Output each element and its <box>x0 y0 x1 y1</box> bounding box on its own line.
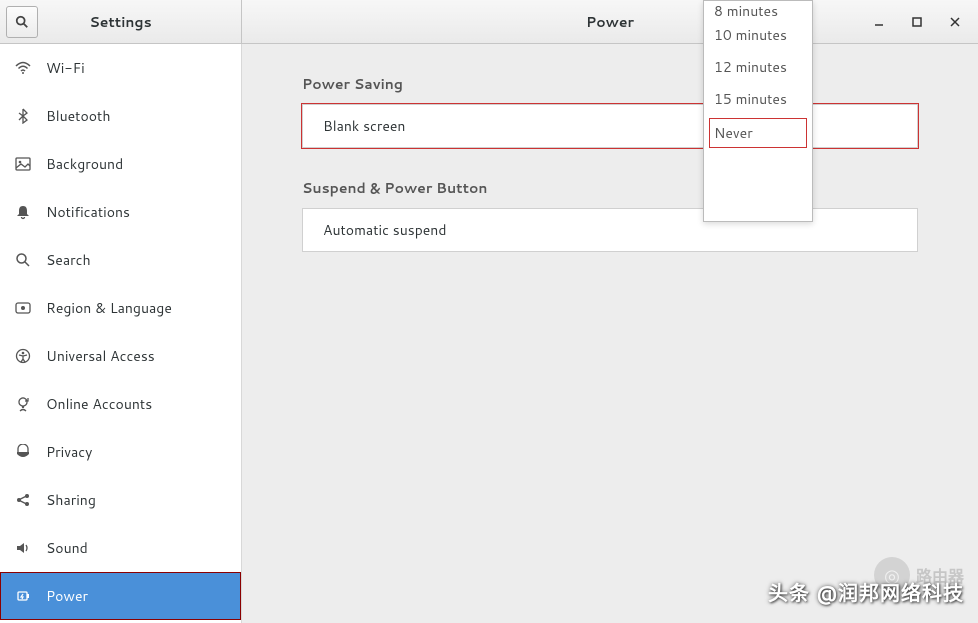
sidebar-item-label: Universal Access <box>46 346 155 366</box>
power-icon <box>14 587 32 605</box>
sidebar-item-label: Power <box>46 586 88 606</box>
sidebar-item-notifications[interactable]: Notifications <box>0 188 241 236</box>
headerbar: Settings Power <box>0 0 978 44</box>
close-button[interactable] <box>936 3 974 41</box>
bluetooth-icon <box>14 107 32 125</box>
privacy-icon <box>14 443 32 461</box>
search-icon <box>14 251 32 269</box>
dropdown-option-never[interactable]: Never <box>708 117 808 149</box>
sidebar-item-online-accounts[interactable]: Online Accounts <box>0 380 241 428</box>
sharing-icon <box>14 491 32 509</box>
sidebar-item-label: Sound <box>46 538 88 558</box>
sidebar-item-sharing[interactable]: Sharing <box>0 476 241 524</box>
dropdown-option-12-minutes[interactable]: 12 minutes <box>704 51 812 83</box>
search-button[interactable] <box>6 6 38 38</box>
main-panel: Power Saving Blank screen Suspend & Powe… <box>242 44 978 623</box>
universal-access-icon <box>14 347 32 365</box>
region-icon <box>14 299 32 317</box>
sidebar-item-sound[interactable]: Sound <box>0 524 241 572</box>
sidebar-item-label: Search <box>46 250 91 270</box>
search-icon <box>15 15 29 29</box>
sidebar-item-label: Online Accounts <box>46 394 152 414</box>
sidebar-item-privacy[interactable]: Privacy <box>0 428 241 476</box>
notifications-icon <box>14 203 32 221</box>
sidebar-item-bluetooth[interactable]: Bluetooth <box>0 92 241 140</box>
sidebar-item-label: Bluetooth <box>46 106 110 126</box>
sidebar-item-region[interactable]: Region & Language <box>0 284 241 332</box>
minimize-button[interactable] <box>860 3 898 41</box>
online-accounts-icon <box>14 395 32 413</box>
blank-screen-dropdown: 8 minutes 10 minutes 12 minutes 15 minut… <box>703 0 813 222</box>
dropdown-option-15-minutes[interactable]: 15 minutes <box>704 83 812 115</box>
window-controls <box>860 3 974 41</box>
sidebar-item-background[interactable]: Background <box>0 140 241 188</box>
sidebar-item-label: Region & Language <box>46 298 172 318</box>
sidebar-item-universal[interactable]: Universal Access <box>0 332 241 380</box>
watermark-text: 头条 @润邦网络科技 <box>768 577 964 607</box>
automatic-suspend-row[interactable]: Automatic suspend <box>302 208 918 252</box>
sidebar-item-label: Privacy <box>46 442 92 462</box>
sidebar-item-label: Notifications <box>46 202 130 222</box>
sidebar-item-label: Background <box>46 154 123 174</box>
automatic-suspend-label: Automatic suspend <box>323 220 897 240</box>
dropdown-option-10-minutes[interactable]: 10 minutes <box>704 19 812 51</box>
dropdown-option-8-minutes[interactable]: 8 minutes <box>704 1 812 19</box>
background-icon <box>14 155 32 173</box>
sidebar-item-search[interactable]: Search <box>0 236 241 284</box>
content: Wi-Fi Bluetooth Background Notifications… <box>0 44 978 623</box>
sidebar-item-label: Sharing <box>46 490 96 510</box>
power-saving-title: Power Saving <box>302 74 918 94</box>
sidebar-item-label: Wi-Fi <box>46 58 85 78</box>
watermark: 头条 @润邦网络科技 <box>768 577 964 607</box>
sidebar: Wi-Fi Bluetooth Background Notifications… <box>0 44 242 623</box>
sidebar-item-wifi[interactable]: Wi-Fi <box>0 44 241 92</box>
suspend-section-title: Suspend & Power Button <box>302 178 918 198</box>
sidebar-item-power[interactable]: Power <box>0 572 241 620</box>
maximize-button[interactable] <box>898 3 936 41</box>
sound-icon <box>14 539 32 557</box>
wifi-icon <box>14 59 32 77</box>
headerbar-right: Power <box>242 0 978 43</box>
headerbar-left: Settings <box>0 0 242 43</box>
blank-screen-row[interactable]: Blank screen <box>302 104 918 148</box>
